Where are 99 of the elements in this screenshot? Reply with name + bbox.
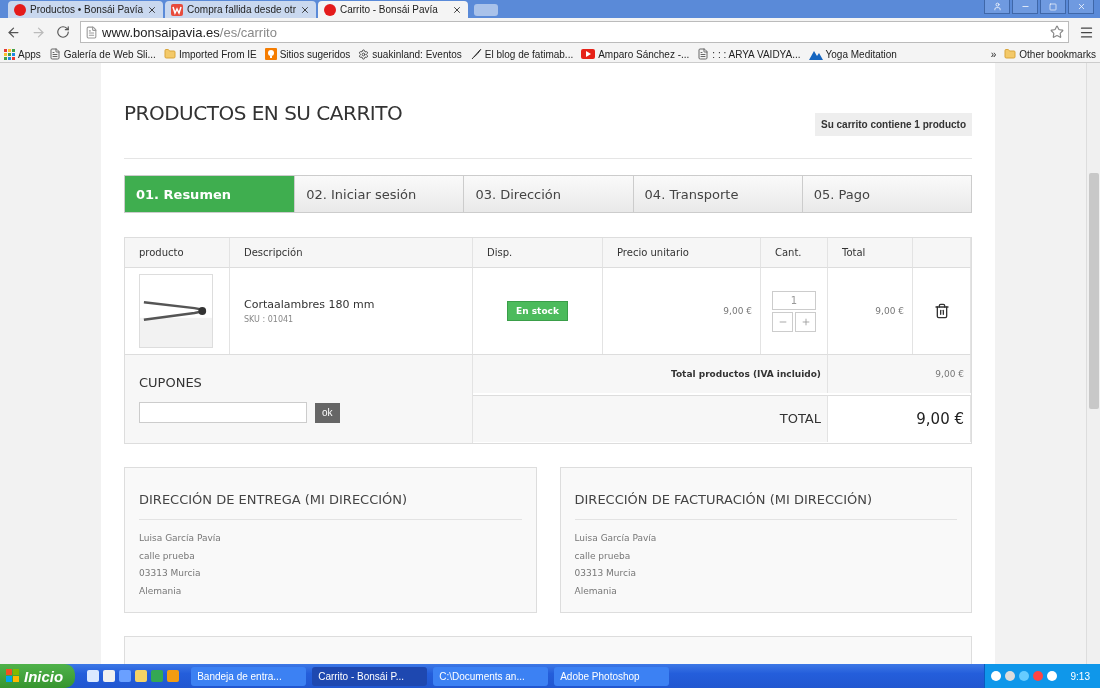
new-tab-button[interactable] (473, 4, 498, 16)
bookmark[interactable]: Yoga Meditation (808, 48, 897, 60)
column-header: Precio unitario (603, 238, 761, 268)
ok-button[interactable]: ok (315, 402, 340, 423)
taskbar-item[interactable]: C:\Documents an... (433, 666, 549, 686)
column-header: Total (828, 238, 913, 268)
increase-button[interactable] (795, 311, 816, 332)
address-title: DIRECCIÓN DE ENTREGA (MI DIRECCIÓN) (139, 492, 522, 520)
browser-tab[interactable]: Productos • Bonsái Pavía (8, 1, 163, 18)
app-icon[interactable] (103, 670, 116, 682)
bookmark[interactable]: Sitios sugeridos (264, 48, 351, 60)
page-icon (85, 25, 98, 39)
checkout-step[interactable]: 02. Iniciar sesión (294, 176, 464, 212)
close-icon[interactable] (451, 4, 462, 15)
reload-icon[interactable] (56, 25, 70, 39)
address-title: DIRECCIÓN DE FACTURACIÓN (MI DIRECCIÓN) (574, 492, 957, 520)
close-icon[interactable] (299, 4, 310, 15)
app-icon[interactable] (135, 670, 148, 682)
minimize-button[interactable] (1012, 0, 1038, 14)
address-field[interactable]: www.bonsaipavia.es/es/carrito (80, 21, 1069, 43)
star-icon[interactable] (1050, 25, 1064, 39)
user-button[interactable] (984, 0, 1010, 14)
browser-tab[interactable]: Compra fallida desde otr (165, 1, 316, 18)
column-header: producto (125, 238, 230, 268)
url-host: www.bonsaipavia.es (102, 24, 220, 40)
back-icon[interactable] (6, 24, 21, 40)
line-total: 9,00 € (874, 306, 904, 316)
folder-icon (163, 48, 176, 60)
product-name[interactable]: Cortaalambres 180 mm (244, 298, 375, 311)
tray-icon[interactable] (1018, 671, 1029, 681)
app-icon[interactable] (87, 670, 100, 682)
bookmark[interactable]: : : : ARYA VAIDYA... (697, 48, 801, 60)
w-logo-icon (171, 3, 183, 16)
address-line: Alemania (139, 584, 183, 598)
play-icon (581, 49, 596, 59)
bookmark[interactable]: Imported From IE (163, 48, 257, 60)
maximize-button[interactable] (1040, 0, 1066, 14)
column-header: Disp. (473, 238, 603, 268)
bookmark[interactable]: El blog de fatimab... (469, 48, 574, 60)
delete-icon[interactable] (933, 303, 950, 319)
subtotal-value: 9,00 € (935, 369, 964, 379)
column-header: Descripción (230, 238, 473, 268)
dot-icon (14, 3, 26, 16)
bookmark[interactable]: Galería de Web Sli... (48, 48, 156, 60)
tray-icon[interactable] (1046, 671, 1057, 681)
checkout-step[interactable]: 04. Transporte (632, 176, 802, 212)
taskbar-item[interactable]: Carrito - Bonsái P... (312, 666, 428, 686)
page-icon (697, 48, 710, 60)
bookmark[interactable]: Apps (4, 48, 41, 60)
user-icon (992, 2, 1002, 11)
feather-icon (469, 48, 482, 60)
checkout-step[interactable]: 03. Dirección (463, 176, 633, 212)
plus-icon (800, 316, 811, 327)
windows-flag-icon (6, 669, 20, 683)
total-value: 9,00 € (916, 409, 964, 428)
column-header: Cant. (761, 238, 828, 268)
app-icon[interactable] (167, 670, 180, 682)
cart-summary: Su carrito contiene 1 producto (814, 113, 972, 136)
address-line: Luisa García Pavía (139, 532, 222, 545)
checkout-step[interactable]: 05. Pago (801, 176, 971, 212)
folder-icon (1004, 48, 1017, 60)
apps-grid-icon (4, 48, 15, 60)
unit-price: 9,00 € (722, 306, 752, 316)
address-line: calle prueba (139, 549, 196, 563)
bookmark[interactable]: Amparo Sánchez -... (581, 48, 690, 60)
taskbar-item[interactable]: Adobe Photoshop (554, 666, 670, 686)
browser-tab[interactable]: Carrito - Bonsái Pavía (317, 1, 468, 18)
address-line: Luisa García Pavía (574, 532, 658, 545)
clock: 9:13 (1070, 670, 1090, 682)
page-title: PRODUCTOS EN SU CARRITO (124, 101, 403, 125)
address-line: 03313 Murcia (139, 567, 202, 580)
menu-icon[interactable] (1079, 24, 1094, 40)
forward-icon[interactable] (31, 24, 46, 40)
total-label: TOTAL (779, 411, 821, 426)
dot-icon (323, 3, 336, 16)
address-line: Alemania (574, 584, 618, 598)
other-bookmarks[interactable]: Other bookmarks (1004, 48, 1096, 60)
coupons-title: CUPONES (139, 375, 203, 390)
scrollbar[interactable] (1086, 63, 1100, 664)
url-path: /es/carrito (219, 24, 277, 40)
maximize-icon (1049, 2, 1057, 11)
coupon-field[interactable] (139, 402, 307, 423)
subtotal-label: Total productos (IVA incluido) (671, 369, 821, 379)
product-sku: SKU : 01041 (244, 315, 295, 324)
tray-icon[interactable] (1004, 671, 1015, 681)
close-button[interactable] (1068, 0, 1094, 14)
address-line: calle prueba (574, 549, 632, 563)
bookmark[interactable]: suakinland: Eventos (358, 48, 462, 60)
more-bookmarks[interactable]: » (990, 48, 997, 60)
decrease-button[interactable] (772, 311, 793, 332)
page-icon (48, 48, 61, 60)
close-icon (1076, 2, 1086, 11)
close-icon[interactable] (147, 4, 157, 15)
stock-label: En stock (507, 301, 568, 321)
taskbar-item[interactable]: Bandeja de entra... (191, 666, 307, 686)
app-icon[interactable] (119, 670, 132, 682)
settings-icon (358, 48, 370, 60)
address-line: 03313 Murcia (574, 567, 637, 580)
tray-icon[interactable] (990, 671, 1001, 681)
